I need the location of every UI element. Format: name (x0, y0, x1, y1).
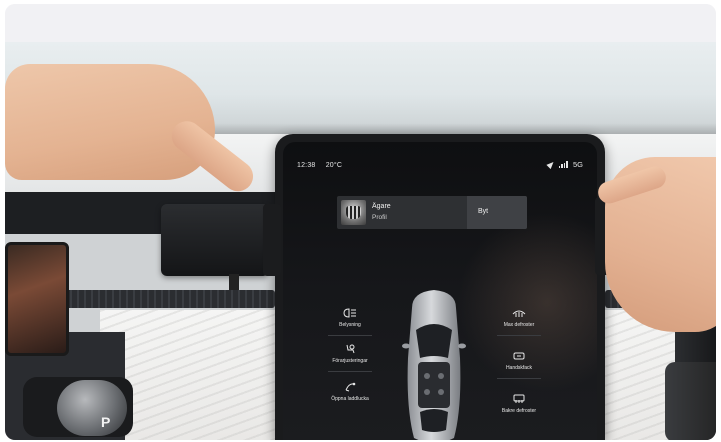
glovebox-button[interactable]: Handskfack (484, 351, 554, 371)
glovebox-label: Handskfack (505, 365, 533, 371)
gear-position-label: P (101, 414, 111, 430)
divider (497, 378, 541, 379)
mount-clamp-left (263, 204, 281, 276)
headlight-icon (343, 308, 356, 318)
lighting-button[interactable]: Belysning (315, 308, 385, 328)
lighting-label: Belysning (339, 322, 361, 328)
driver-settings-button[interactable]: Förarjusteringar (315, 344, 385, 364)
top-strip (5, 4, 716, 42)
network-label: 5G (572, 160, 583, 169)
open-charge-port-label: Öppna laddlucka (331, 396, 369, 402)
divider (497, 335, 541, 336)
max-defrost-icon (512, 310, 526, 317)
divider (328, 371, 372, 372)
tablet: 12:38 20°C 5G Ägare Profil Byt Belysning… (275, 134, 605, 440)
location-icon (546, 159, 556, 170)
car-top-view-icon (402, 290, 466, 440)
rear-defrost-icon (513, 394, 525, 403)
signal-icon (558, 161, 568, 168)
avatar (341, 200, 366, 225)
switch-profile-button[interactable]: Byt (467, 196, 527, 229)
image-frame: P 12:38 20°C 5G Ägare Profil Byt Belysni… (5, 4, 716, 440)
status-time: 12:38 (297, 162, 316, 169)
mount-post (229, 274, 239, 290)
max-defroster-label: Max defroster (503, 322, 535, 328)
tablet-screen: 12:38 20°C 5G Ägare Profil Byt Belysning… (283, 142, 597, 440)
air-vent-left (65, 290, 275, 308)
charge-port-icon (345, 382, 356, 392)
divider (328, 335, 372, 336)
status-bar-right: 5G (546, 159, 583, 170)
open-charge-port-button[interactable]: Öppna laddlucka (315, 382, 385, 402)
right-sleeve (665, 362, 716, 440)
gear-selector-knob (57, 380, 127, 436)
profile-name: Ägare (372, 203, 391, 210)
car-interior-photo: P 12:38 20°C 5G Ägare Profil Byt Belysni… (5, 42, 716, 440)
driver-settings-label: Förarjusteringar (332, 358, 368, 364)
max-defroster-button[interactable]: Max defroster (484, 308, 554, 328)
seat-adjust-icon (346, 344, 355, 354)
rear-defroster-button[interactable]: Bakre defroster (484, 394, 554, 414)
mount-bracket (161, 204, 269, 276)
glovebox-icon (513, 352, 525, 360)
status-bar-left: 12:38 20°C (297, 162, 342, 169)
driver-display (5, 242, 69, 356)
rear-defroster-label: Bakre defroster (501, 408, 537, 414)
profile-card[interactable]: Ägare Profil Byt (337, 196, 527, 229)
profile-subtitle: Profil (372, 214, 387, 221)
status-temperature: 20°C (325, 162, 343, 169)
switch-profile-label: Byt (478, 208, 489, 215)
